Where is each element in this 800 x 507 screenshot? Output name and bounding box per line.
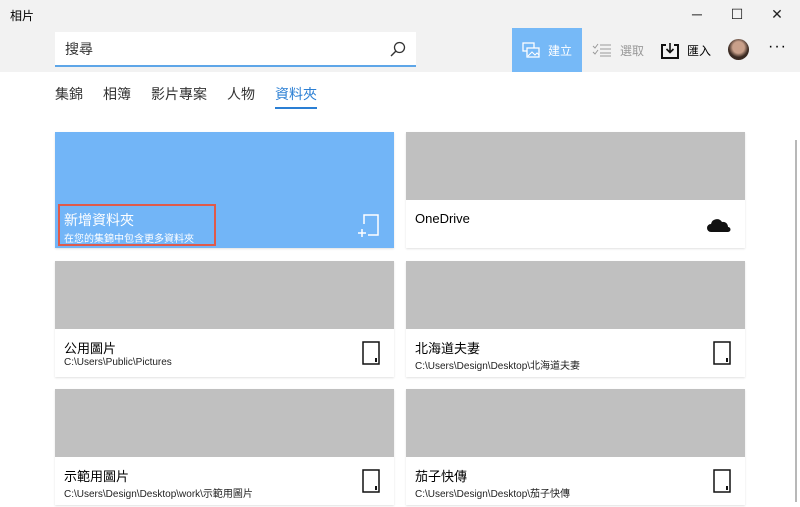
import-icon — [661, 42, 679, 59]
folder-path: C:\Users\Design\Desktop\北海道夫妻 — [415, 361, 581, 372]
select-list-icon — [592, 43, 611, 57]
tab-folders[interactable]: 資料夾 — [275, 84, 317, 109]
folder-drive-icon — [362, 469, 380, 493]
search-placeholder: 搜尋 — [65, 40, 93, 57]
more-button[interactable]: ··· — [768, 38, 787, 56]
app-title: 相片 — [10, 9, 35, 23]
search-icon[interactable] — [390, 41, 406, 57]
folder-card[interactable]: 茄子快傳 C:\Users\Design\Desktop\茄子快傳 — [406, 389, 745, 505]
avatar[interactable] — [728, 39, 749, 60]
scrollbar[interactable] — [795, 140, 797, 502]
folder-name: 示範用圖片 — [64, 469, 130, 484]
folder-thumbnail — [406, 132, 745, 200]
tab-people[interactable]: 人物 — [227, 84, 255, 109]
add-folder-subtitle: 在您的集錦中包含更多資料夾 — [64, 234, 194, 245]
folder-name: 公用圖片 — [64, 341, 117, 356]
folder-drive-icon — [362, 341, 380, 365]
nav-tabs: 集錦 相簿 影片專案 人物 資料夾 — [55, 84, 317, 109]
import-button[interactable]: 匯入 — [661, 28, 711, 72]
maximize-button[interactable]: ☐ — [717, 0, 757, 28]
add-folder-card[interactable]: 新增資料夾 在您的集錦中包含更多資料夾 — [55, 132, 394, 248]
folder-card[interactable]: OneDrive — [406, 132, 745, 248]
folder-thumbnail — [55, 389, 394, 457]
folder-thumbnail — [55, 261, 394, 329]
folder-path: C:\Users\Public\Pictures — [64, 357, 172, 368]
search-input[interactable]: 搜尋 — [55, 32, 416, 67]
create-icon — [522, 42, 540, 58]
select-button[interactable]: 選取 — [592, 28, 644, 72]
create-button[interactable]: 建立 — [512, 28, 582, 72]
folder-name: 北海道夫妻 — [415, 341, 481, 356]
folder-path: C:\Users\Design\Desktop\茄子快傳 — [415, 489, 571, 500]
tab-albums[interactable]: 相簿 — [103, 84, 131, 109]
add-folder-title: 新增資料夾 — [64, 212, 134, 228]
folder-card[interactable]: 示範用圖片 C:\Users\Design\Desktop\work\示範用圖片 — [55, 389, 394, 505]
close-button[interactable]: ✕ — [757, 0, 797, 28]
onedrive-cloud-icon — [707, 219, 731, 232]
minimize-button[interactable]: ─ — [677, 0, 717, 28]
folder-card[interactable]: 公用圖片 C:\Users\Public\Pictures — [55, 261, 394, 377]
add-folder-icon — [358, 214, 379, 237]
folder-path: C:\Users\Design\Desktop\work\示範用圖片 — [64, 489, 253, 500]
create-label: 建立 — [547, 43, 572, 58]
folder-drive-icon — [713, 341, 731, 365]
folder-drive-icon — [713, 469, 731, 493]
folder-name: 茄子快傳 — [415, 469, 468, 484]
folder-thumbnail — [406, 389, 745, 457]
tab-collection[interactable]: 集錦 — [55, 84, 83, 109]
tab-video-projects[interactable]: 影片專案 — [151, 84, 207, 109]
folder-thumbnail — [406, 261, 745, 329]
folder-name: OneDrive — [415, 211, 470, 226]
folder-card[interactable]: 北海道夫妻 C:\Users\Design\Desktop\北海道夫妻 — [406, 261, 745, 377]
import-label: 匯入 — [687, 43, 712, 58]
select-label: 選取 — [620, 43, 645, 58]
